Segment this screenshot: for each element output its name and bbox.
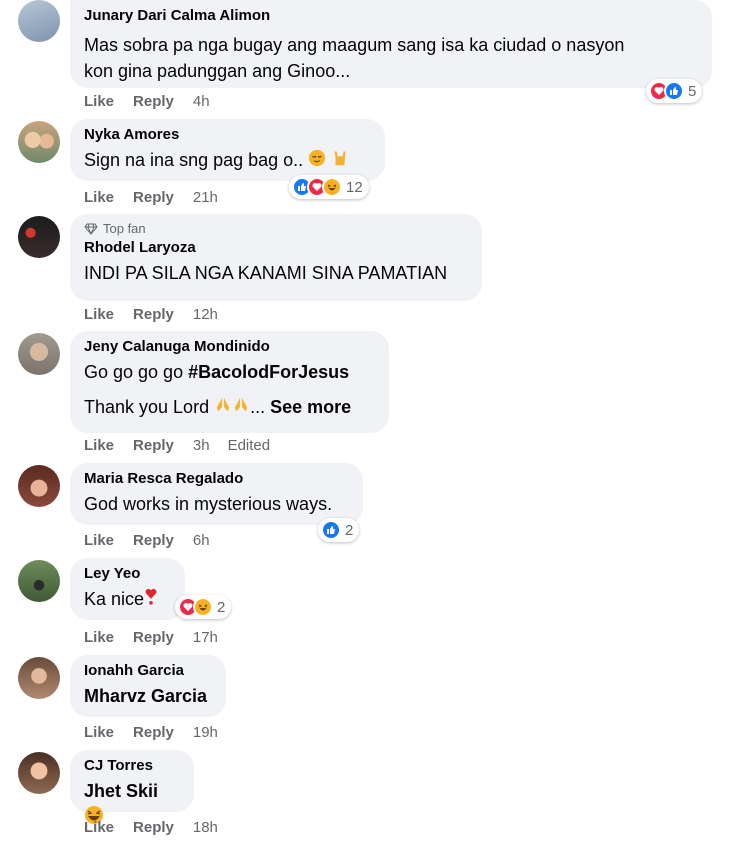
- timestamp[interactable]: 3h: [193, 437, 210, 454]
- like-reaction-icon: [664, 81, 684, 101]
- reaction-count: 2: [217, 598, 226, 616]
- rock-hand-emoji-icon: [331, 148, 349, 174]
- comment-author[interactable]: Maria Resca Regalado: [84, 470, 349, 488]
- avatar[interactable]: [18, 560, 60, 602]
- timestamp[interactable]: 19h: [193, 724, 218, 741]
- reaction-summary[interactable]: 5: [646, 79, 703, 103]
- comment-bubble: Top fan Rhodel Laryoza INDI PA SILA NGA …: [70, 214, 482, 301]
- comment-actions: Like Reply 19h: [84, 723, 236, 741]
- hashtag-link[interactable]: #BacolodForJesus: [188, 362, 349, 382]
- comment-text: Thank you Lord ... See more: [84, 394, 375, 421]
- reaction-summary[interactable]: 2: [318, 518, 360, 542]
- comment-actions: Like Reply 21h: [84, 188, 236, 206]
- comment-text-content: Thank you Lord: [84, 397, 210, 417]
- mentioned-user-link[interactable]: Mharvz Garcia: [84, 683, 212, 709]
- avatar[interactable]: [18, 657, 60, 699]
- comment-actions: Like Reply 17h: [84, 628, 236, 646]
- timestamp[interactable]: 12h: [193, 306, 218, 323]
- timestamp[interactable]: 21h: [193, 189, 218, 206]
- avatar[interactable]: [18, 216, 60, 258]
- timestamp[interactable]: 6h: [193, 532, 210, 549]
- avatar[interactable]: [18, 121, 60, 163]
- diamond-icon: [84, 223, 98, 235]
- timestamp[interactable]: 18h: [193, 819, 218, 836]
- comment-actions: Like Reply 6h: [84, 531, 228, 549]
- top-fan-label: Top fan: [103, 221, 146, 236]
- comment-author[interactable]: Jeny Calanuga Mondinido: [84, 338, 375, 356]
- reply-button[interactable]: Reply: [133, 306, 174, 323]
- haha-reaction-icon: [193, 597, 213, 617]
- reply-button[interactable]: Reply: [133, 437, 174, 454]
- avatar[interactable]: [18, 0, 60, 42]
- timestamp[interactable]: 4h: [193, 93, 210, 110]
- ellipsis: ...: [250, 397, 266, 417]
- avatar[interactable]: [18, 333, 60, 375]
- comment-bubble: Junary Dari Calma Alimon Mas sobra pa ng…: [70, 0, 712, 88]
- like-button[interactable]: Like: [84, 306, 114, 323]
- comment-text: Mas sobra pa nga bugay ang maagum sang i…: [84, 35, 625, 55]
- reply-button[interactable]: Reply: [133, 819, 174, 836]
- comment-actions: Like Reply 4h: [84, 92, 228, 110]
- mentioned-user-link[interactable]: Jhet Skii: [84, 781, 158, 801]
- timestamp[interactable]: 17h: [193, 629, 218, 646]
- comment-actions: Like Reply 18h: [84, 818, 236, 836]
- comment-author[interactable]: Ionahh Garcia: [84, 662, 212, 680]
- folded-hands-emoji-icon: [232, 395, 250, 421]
- like-button[interactable]: Like: [84, 724, 114, 741]
- reaction-count: 5: [688, 82, 697, 100]
- edited-label: Edited: [227, 436, 271, 454]
- reaction-summary[interactable]: 12: [289, 175, 369, 199]
- top-fan-badge: Top fan: [84, 221, 468, 237]
- reply-button[interactable]: Reply: [133, 724, 174, 741]
- comment-author[interactable]: Junary Dari Calma Alimon: [84, 7, 698, 25]
- like-button[interactable]: Like: [84, 629, 114, 646]
- comment-text-content: Go go go go: [84, 362, 189, 382]
- like-button[interactable]: Like: [84, 532, 114, 549]
- folded-hands-emoji-icon: [214, 395, 232, 421]
- see-more-link[interactable]: See more: [270, 397, 351, 417]
- reply-button[interactable]: Reply: [133, 629, 174, 646]
- reaction-count: 12: [346, 178, 363, 196]
- comment-author[interactable]: Nyka Amores: [84, 126, 371, 144]
- reply-button[interactable]: Reply: [133, 93, 174, 110]
- heart-exclamation-emoji-icon: [144, 587, 158, 613]
- comment-actions: Like Reply 3h Edited: [84, 436, 288, 454]
- reaction-summary[interactable]: 2: [175, 595, 232, 619]
- avatar[interactable]: [18, 465, 60, 507]
- comment-bubble: CJ Torres Jhet Skii: [70, 750, 194, 824]
- comment-bubble: Ley Yeo Ka nice: [70, 558, 185, 620]
- comment-bubble: Jeny Calanuga Mondinido Go go go go #Bac…: [70, 331, 389, 433]
- like-button[interactable]: Like: [84, 93, 114, 110]
- comment-bubble: Nyka Amores Sign na ina sng pag bag o..: [70, 119, 385, 181]
- comment-author[interactable]: Rhodel Laryoza: [84, 239, 468, 257]
- comment-text: Ka nice: [84, 586, 171, 613]
- like-button[interactable]: Like: [84, 819, 114, 836]
- reply-button[interactable]: Reply: [133, 532, 174, 549]
- comment-text: Sign na ina sng pag bag o..: [84, 147, 371, 174]
- comment-actions: Like Reply 12h: [84, 305, 236, 323]
- comment-text: God works in mysterious ways.: [84, 494, 333, 514]
- like-button[interactable]: Like: [84, 189, 114, 206]
- comment-text-content: Ka nice: [84, 589, 145, 609]
- comment-bubble: Ionahh Garcia Mharvz Garcia: [70, 655, 226, 717]
- comment-text-content: Sign na ina sng pag bag o..: [84, 150, 304, 170]
- comment-author[interactable]: Ley Yeo: [84, 565, 171, 583]
- comment-text: INDI PA SILA NGA KANAMI SINA PAMATIAN: [84, 263, 448, 283]
- like-button[interactable]: Like: [84, 437, 114, 454]
- comment-text: Go go go go #BacolodForJesus: [84, 359, 375, 385]
- relieved-face-emoji-icon: [308, 148, 326, 174]
- reply-button[interactable]: Reply: [133, 189, 174, 206]
- comment-author[interactable]: CJ Torres: [84, 757, 180, 775]
- avatar[interactable]: [18, 752, 60, 794]
- like-reaction-icon: [321, 520, 341, 540]
- comment-text: kon gina padunggan ang Ginoo...: [84, 61, 351, 81]
- reaction-count: 2: [345, 521, 354, 539]
- comment-bubble: Maria Resca Regalado God works in myster…: [70, 463, 363, 525]
- haha-reaction-icon: [322, 177, 342, 197]
